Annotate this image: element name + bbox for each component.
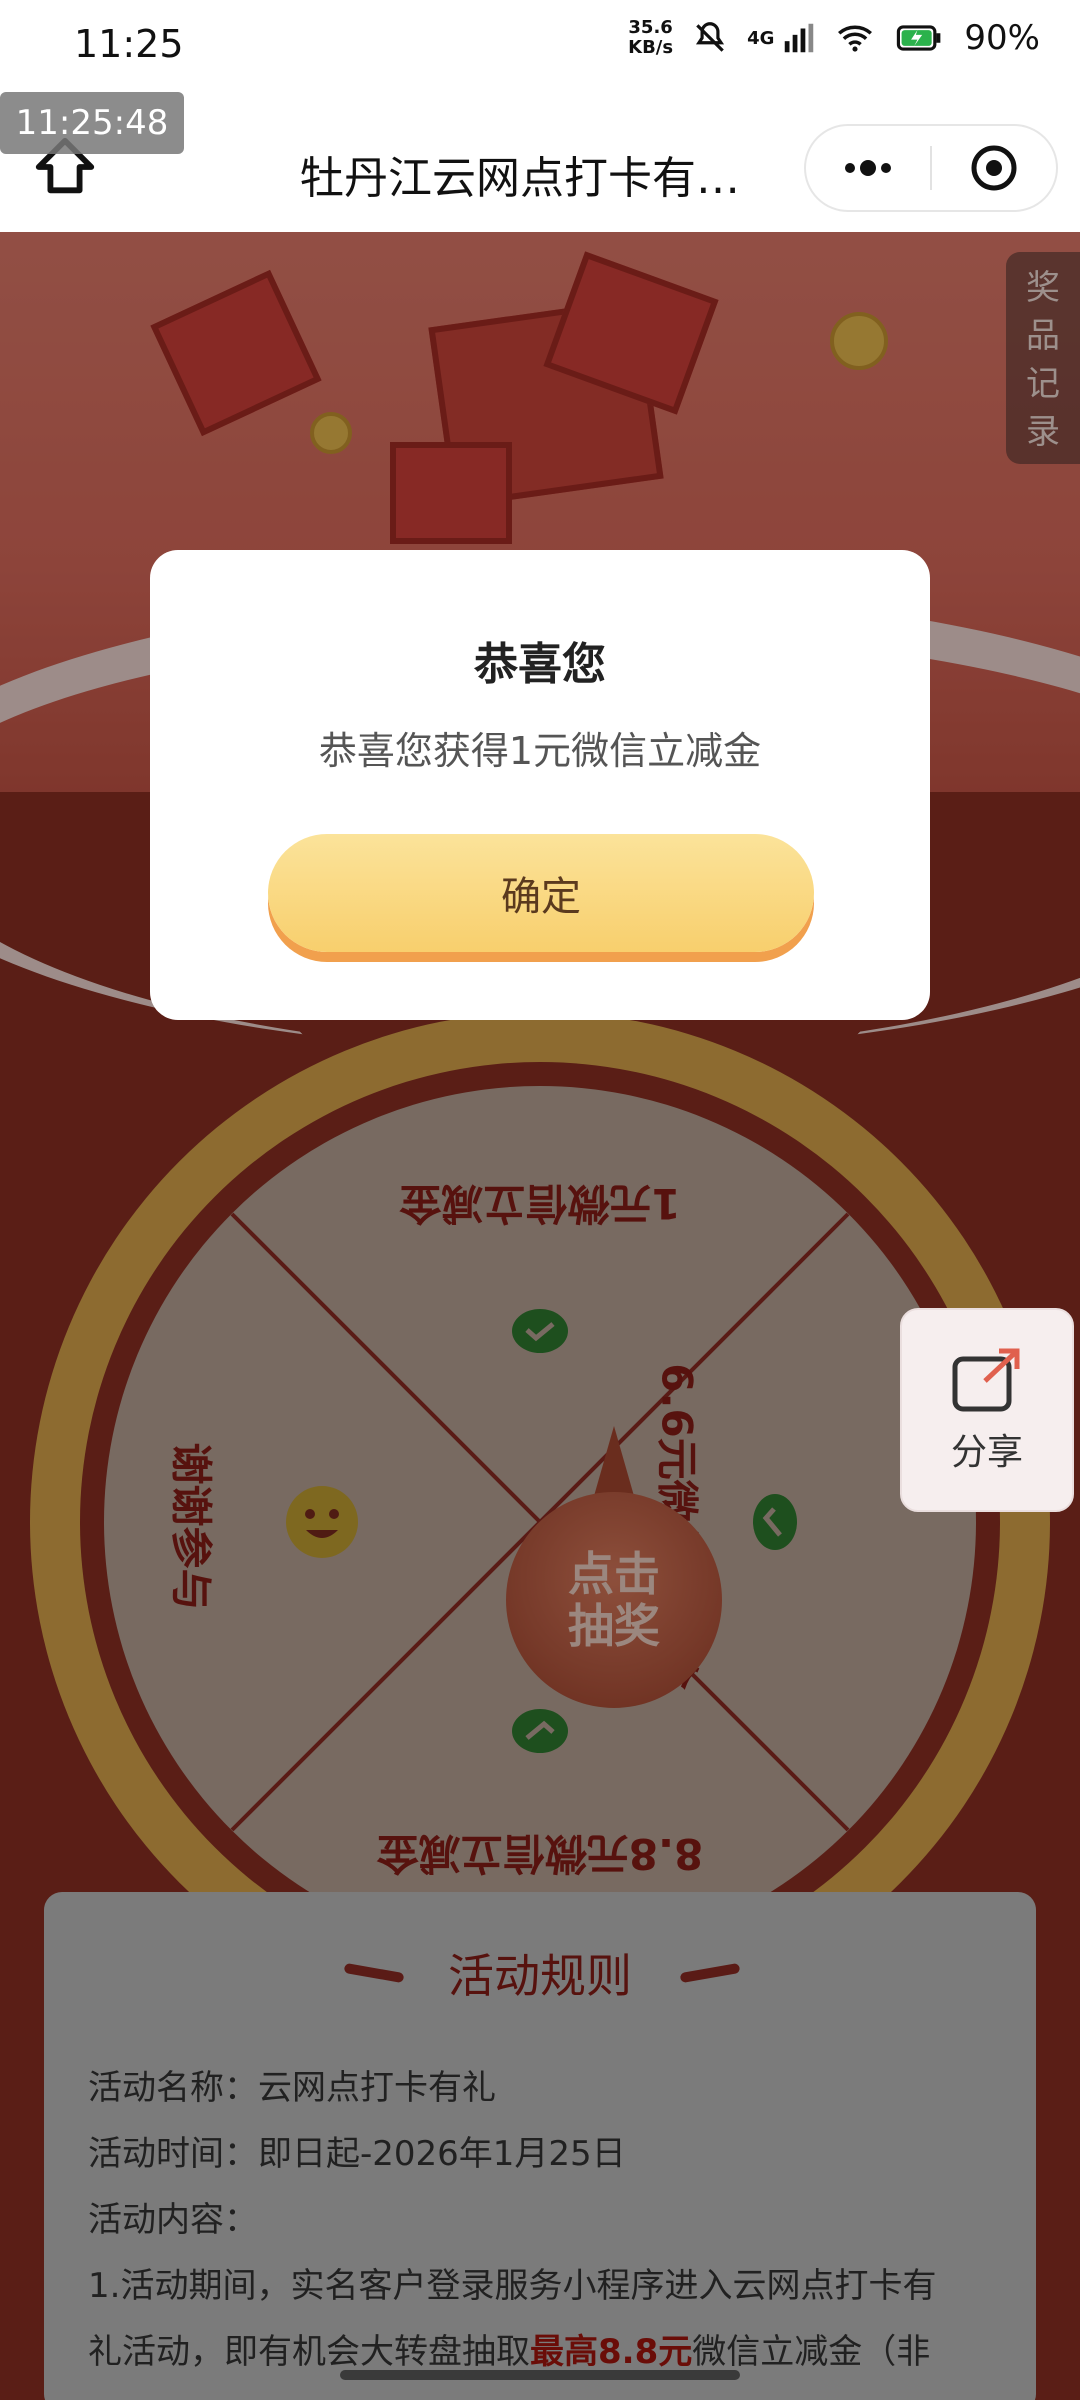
confirm-button[interactable]: 确定 <box>268 834 814 952</box>
close-target-icon <box>971 145 1017 191</box>
battery-charging-icon <box>897 25 941 51</box>
status-time: 11:25 <box>74 22 184 66</box>
status-bar: 11:25 35.6 KB/s 4G 90% <box>0 0 1080 90</box>
more-button[interactable] <box>806 126 930 210</box>
network-type: 4G <box>747 27 775 49</box>
share-icon <box>952 1348 1020 1412</box>
dialog-message: 恭喜您获得1元微信立减金 <box>318 729 762 773</box>
battery-level: 90% <box>964 18 1040 58</box>
share-label: 分享 <box>950 1432 1023 1473</box>
signal-icon <box>785 23 814 53</box>
share-button[interactable]: 分享 <box>900 1308 1074 1512</box>
miniprogram-capsule <box>804 124 1058 212</box>
network-speed: 35.6 KB/s <box>628 18 673 58</box>
page-title: 牡丹江云网点打卡有… <box>300 153 740 204</box>
prize-dialog: 恭喜您 恭喜您获得1元微信立减金 确定 <box>150 550 930 1020</box>
network-speed-value: 35.6 <box>628 17 673 38</box>
close-button[interactable] <box>932 126 1056 210</box>
screenshot-timestamp: 11:25:48 <box>0 92 184 154</box>
wifi-icon <box>838 25 873 52</box>
more-dots-icon <box>845 160 891 176</box>
mute-bell-icon <box>696 22 725 52</box>
status-icons: 35.6 KB/s 4G 90% <box>628 18 1040 59</box>
dialog-title: 恭喜您 <box>474 639 606 690</box>
network-speed-unit: KB/s <box>628 37 674 58</box>
home-indicator[interactable] <box>340 2370 740 2380</box>
